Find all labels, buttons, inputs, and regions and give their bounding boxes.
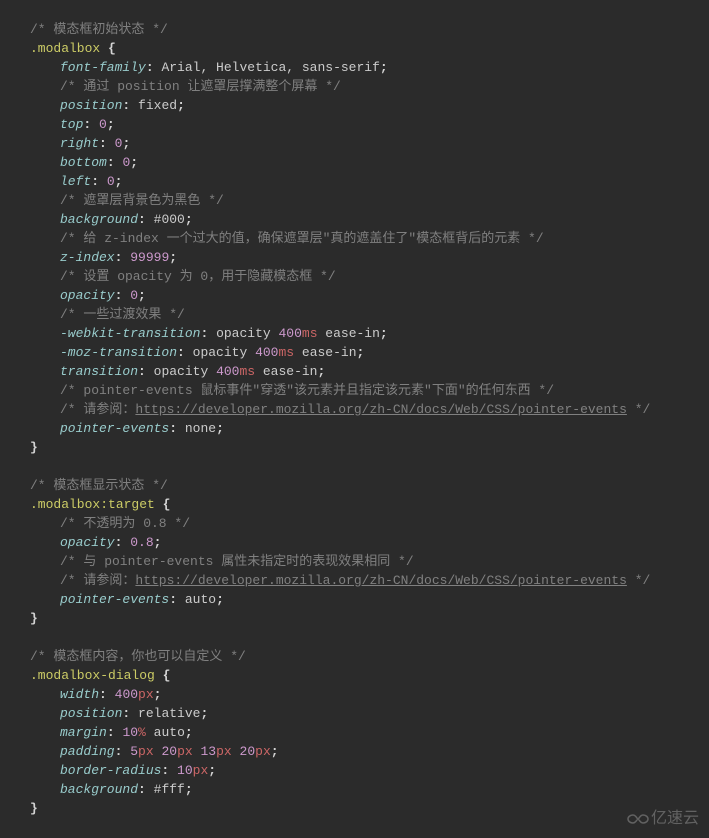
url-link[interactable]: https://developer.mozilla.org/zh-CN/docs… <box>135 402 626 417</box>
code-line: position: fixed; <box>30 96 679 115</box>
comment: /* pointer-events 鼠标事件"穿透"该元素并且指定该元素"下面"… <box>60 383 554 398</box>
comment: /* 请参阅： <box>60 573 135 588</box>
property: padding <box>60 744 115 759</box>
code-line: .modalbox-dialog { <box>30 666 679 685</box>
brace: { <box>163 668 171 683</box>
code-line: /* 不透明为 0.8 */ <box>30 514 679 533</box>
code-line: } <box>30 438 679 457</box>
code-line: /* pointer-events 鼠标事件"穿透"该元素并且指定该元素"下面"… <box>30 381 679 400</box>
brace: { <box>108 41 116 56</box>
property: pointer-events <box>60 421 169 436</box>
code-line: /* 请参阅：https://developer.mozilla.org/zh-… <box>30 571 679 590</box>
property: opacity <box>60 288 115 303</box>
property: left <box>60 174 91 189</box>
property: position <box>60 706 122 721</box>
selector: .modalbox-dialog <box>30 668 155 683</box>
code-line: /* 模态框初始状态 */ <box>30 20 679 39</box>
property: width <box>60 687 99 702</box>
property: background <box>60 782 138 797</box>
code-line: right: 0; <box>30 134 679 153</box>
infinity-icon <box>627 812 649 826</box>
code-line: left: 0; <box>30 172 679 191</box>
url-link[interactable]: https://developer.mozilla.org/zh-CN/docs… <box>135 573 626 588</box>
brace: } <box>30 801 38 816</box>
property: opacity <box>60 535 115 550</box>
code-line: top: 0; <box>30 115 679 134</box>
brace: } <box>30 440 38 455</box>
comment: /* 设置 opacity 为 0，用于隐藏模态框 */ <box>60 269 336 284</box>
code-line: /* 通过 position 让遮罩层撑满整个屏幕 */ <box>30 77 679 96</box>
code-line: .modalbox:target { <box>30 495 679 514</box>
watermark: 亿速云 <box>627 809 699 828</box>
comment: /* 与 pointer-events 属性未指定时的表现效果相同 */ <box>60 554 414 569</box>
property: border-radius <box>60 763 161 778</box>
property: z-index <box>60 250 115 265</box>
watermark-text: 亿速云 <box>651 809 699 828</box>
property: -moz-transition <box>60 345 177 360</box>
selector: .modalbox <box>30 41 100 56</box>
code-line: /* 请参阅：https://developer.mozilla.org/zh-… <box>30 400 679 419</box>
code-line: /* 与 pointer-events 属性未指定时的表现效果相同 */ <box>30 552 679 571</box>
code-line: position: relative; <box>30 704 679 723</box>
comment: /* 通过 position 让遮罩层撑满整个屏幕 */ <box>60 79 341 94</box>
code-line: background: #fff; <box>30 780 679 799</box>
code-line: /* 一些过渡效果 */ <box>30 305 679 324</box>
comment: /* 模态框内容，你也可以自定义 */ <box>30 649 246 664</box>
code-line: border-radius: 10px; <box>30 761 679 780</box>
code-line: -webkit-transition: opacity 400ms ease-i… <box>30 324 679 343</box>
code-line: background: #000; <box>30 210 679 229</box>
code-line: font-family: Arial, Helvetica, sans-seri… <box>30 58 679 77</box>
code-line: /* 模态框内容，你也可以自定义 */ <box>30 647 679 666</box>
selector: .modalbox:target <box>30 497 155 512</box>
property: font-family <box>60 60 146 75</box>
code-line: bottom: 0; <box>30 153 679 172</box>
code-line: .modalbox { <box>30 39 679 58</box>
code-line: -moz-transition: opacity 400ms ease-in; <box>30 343 679 362</box>
code-line: /* 模态框显示状态 */ <box>30 476 679 495</box>
code-line: width: 400px; <box>30 685 679 704</box>
code-line: /* 给 z-index 一个过大的值，确保遮罩层"真的遮盖住了"模态框背后的元… <box>30 229 679 248</box>
property: top <box>60 117 83 132</box>
property: margin <box>60 725 107 740</box>
code-line: } <box>30 799 679 818</box>
code-line: } <box>30 609 679 628</box>
blank-line <box>30 457 679 476</box>
property: transition <box>60 364 138 379</box>
comment: /* 不透明为 0.8 */ <box>60 516 190 531</box>
code-line: pointer-events: none; <box>30 419 679 438</box>
comment: /* 给 z-index 一个过大的值，确保遮罩层"真的遮盖住了"模态框背后的元… <box>60 231 544 246</box>
brace: { <box>163 497 171 512</box>
brace: } <box>30 611 38 626</box>
comment: /* 模态框初始状态 */ <box>30 22 168 37</box>
comment: /* 一些过渡效果 */ <box>60 307 185 322</box>
property: right <box>60 136 99 151</box>
property: -webkit-transition <box>60 326 200 341</box>
comment: /* 请参阅： <box>60 402 135 417</box>
code-line: padding: 5px 20px 13px 20px; <box>30 742 679 761</box>
code-line: /* 设置 opacity 为 0，用于隐藏模态框 */ <box>30 267 679 286</box>
comment: /* 模态框显示状态 */ <box>30 478 168 493</box>
code-line: z-index: 99999; <box>30 248 679 267</box>
code-line: transition: opacity 400ms ease-in; <box>30 362 679 381</box>
property: pointer-events <box>60 592 169 607</box>
code-line: opacity: 0; <box>30 286 679 305</box>
code-block: /* 模态框初始状态 */ .modalbox { font-family: A… <box>30 20 679 818</box>
code-line: /* 遮罩层背景色为黑色 */ <box>30 191 679 210</box>
property: bottom <box>60 155 107 170</box>
code-line: opacity: 0.8; <box>30 533 679 552</box>
code-line: margin: 10% auto; <box>30 723 679 742</box>
property: background <box>60 212 138 227</box>
property: position <box>60 98 122 113</box>
blank-line <box>30 628 679 647</box>
code-line: pointer-events: auto; <box>30 590 679 609</box>
comment: /* 遮罩层背景色为黑色 */ <box>60 193 224 208</box>
